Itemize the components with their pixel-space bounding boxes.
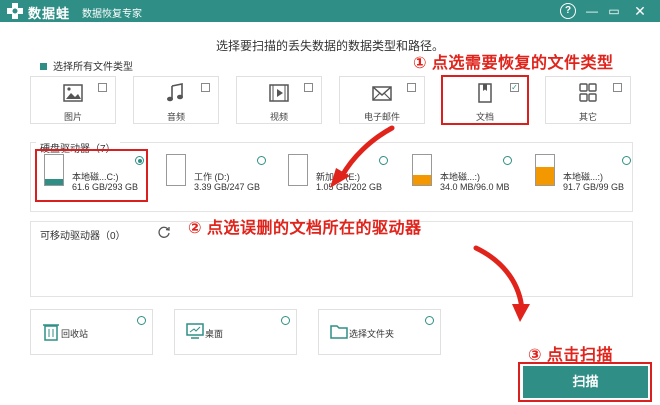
- file-type-checkbox[interactable]: [407, 83, 416, 92]
- file-type-label: 音频: [166, 112, 185, 122]
- highlight-document-box: [441, 75, 529, 125]
- highlight-scan-box: [518, 362, 652, 402]
- drive-item[interactable]: 新加卷 (E:) 1.05 GB/202 GB: [280, 150, 392, 200]
- drive-icon: [166, 154, 186, 186]
- select-all-label: 选择所有文件类型: [53, 62, 133, 73]
- location-label: 选择文件夹: [349, 329, 395, 339]
- drive-icon: [535, 154, 555, 186]
- file-type-checkbox[interactable]: [98, 83, 107, 92]
- drive-size: 91.7 GB/99 GB: [563, 182, 625, 192]
- drive-item[interactable]: 本地磁...:) 34.0 MB/96.0 MB: [404, 150, 516, 200]
- location-recycle-bin[interactable]: 回收站: [30, 309, 153, 355]
- location-label: 回收站: [61, 329, 89, 339]
- location-desktop[interactable]: 桌面: [174, 309, 297, 355]
- picture-icon: [63, 84, 83, 102]
- arrow-to-scan-head: [512, 304, 530, 322]
- drive-radio[interactable]: [503, 156, 512, 165]
- drive-icon: [412, 154, 432, 186]
- location-radio[interactable]: [281, 316, 290, 325]
- location-label: 桌面: [205, 329, 224, 339]
- close-button[interactable]: ✕: [632, 3, 648, 19]
- location-radio[interactable]: [425, 316, 434, 325]
- file-type-checkbox[interactable]: [201, 83, 210, 92]
- drive-radio[interactable]: [379, 156, 388, 165]
- maximize-button[interactable]: ▭: [606, 3, 622, 19]
- file-type-label: 图片: [63, 112, 82, 122]
- file-type-checkbox[interactable]: [304, 83, 313, 92]
- title-bar: 数据蛙 数据恢复专家 ? — ▭ ✕: [0, 0, 660, 22]
- file-type-other[interactable]: 其它: [545, 76, 631, 124]
- refresh-icon[interactable]: [157, 225, 171, 239]
- logo-icon: [7, 3, 23, 19]
- drive-item[interactable]: 本地磁...:) 91.7 GB/99 GB: [527, 150, 635, 200]
- drive-item[interactable]: 工作 (D:) 3.39 GB/247 GB: [158, 150, 270, 200]
- drive-radio[interactable]: [257, 156, 266, 165]
- help-button[interactable]: ?: [560, 3, 576, 19]
- file-type-picture[interactable]: 图片: [30, 76, 116, 124]
- location-select-folder[interactable]: 选择文件夹: [318, 309, 441, 355]
- other-icon: [579, 83, 597, 102]
- app-name: 数据蛙: [28, 6, 71, 21]
- location-radio[interactable]: [137, 316, 146, 325]
- select-all-checkbox[interactable]: 选择所有文件类型: [40, 58, 133, 73]
- desktop-icon: [186, 323, 204, 339]
- file-type-label: 其它: [578, 112, 597, 122]
- drive-size: 3.39 GB/247 GB: [194, 182, 261, 192]
- file-type-label: 视频: [269, 112, 288, 122]
- app-subtitle: 数据恢复专家: [82, 9, 142, 20]
- removable-drives-title: 可移动驱动器（0）: [40, 231, 126, 242]
- recycle-bin-icon: [43, 324, 59, 341]
- highlight-drive-box: [35, 149, 148, 202]
- folder-icon: [330, 325, 348, 339]
- file-type-video[interactable]: 视频: [236, 76, 322, 124]
- annotation-step3: ③ 点击扫描: [528, 347, 613, 364]
- video-icon: [269, 84, 289, 102]
- file-type-label: 电子邮件: [363, 112, 400, 122]
- file-type-email[interactable]: 电子邮件: [339, 76, 425, 124]
- audio-icon: [167, 83, 183, 102]
- drive-size: 1.05 GB/202 GB: [316, 182, 383, 192]
- drive-icon: [288, 154, 308, 186]
- annotation-step1: ① 点选需要恢复的文件类型: [413, 55, 614, 72]
- annotation-step2: ② 点选误删的文档所在的驱动器: [188, 220, 422, 237]
- scroll-right-icon[interactable]: [625, 150, 630, 190]
- email-icon: [372, 86, 392, 101]
- file-type-audio[interactable]: 音频: [133, 76, 219, 124]
- file-type-checkbox[interactable]: [613, 83, 622, 92]
- minimize-button[interactable]: —: [584, 3, 600, 19]
- drive-size: 34.0 MB/96.0 MB: [440, 182, 510, 192]
- select-all-check-icon: [40, 63, 47, 70]
